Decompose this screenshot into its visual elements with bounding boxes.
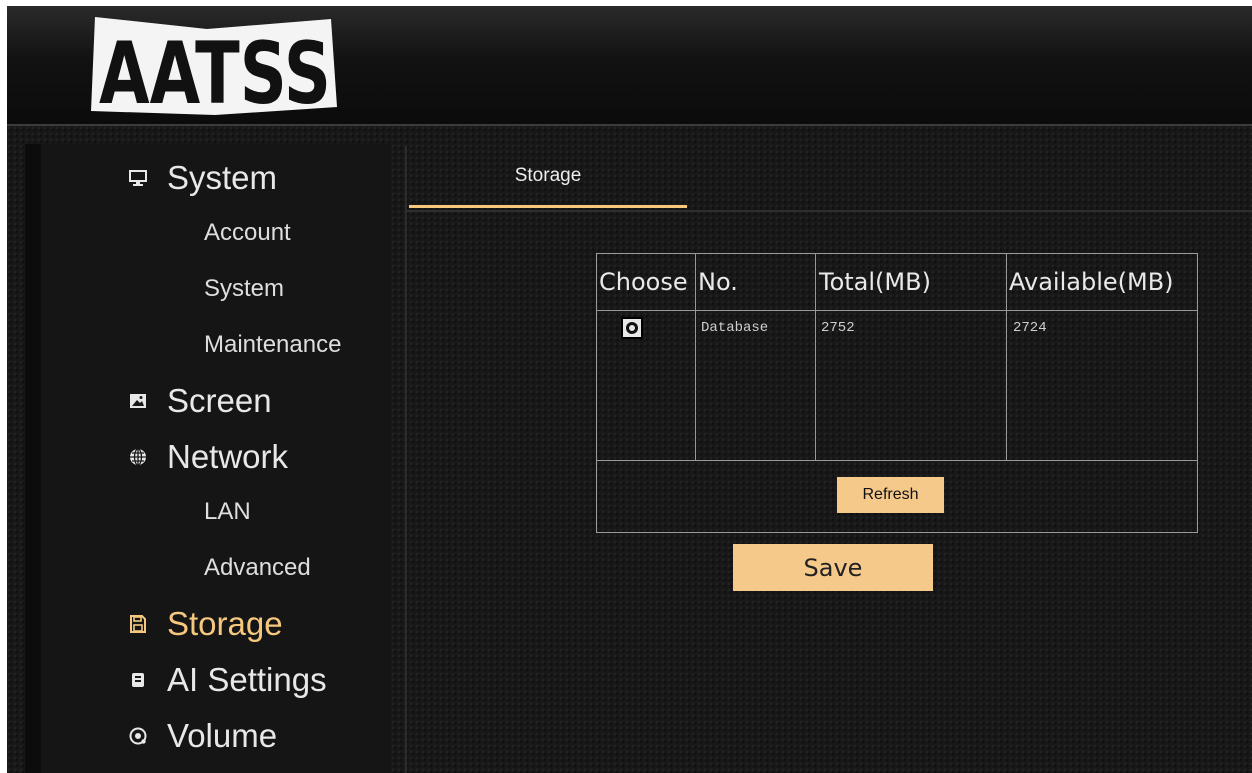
header-divider [597,310,1197,311]
sidebar-item-ai-settings[interactable]: AI Settings [125,658,327,702]
column-header-available: Available(MB) [1009,268,1174,296]
app-window: AATSS System Account System Maintenance … [7,6,1252,773]
image-icon [125,388,151,414]
sidebar-item-label: AI Settings [167,661,327,698]
sidebar-item-label: Advanced [204,554,311,581]
cell-available-mb: 2724 [1013,320,1047,336]
floppy-disk-icon [125,611,151,637]
sidebar-item-maintenance[interactable]: Maintenance [204,328,341,362]
sidebar-item-label: System [204,275,285,302]
chip-icon [125,667,151,693]
sidebar-item-system[interactable]: System [125,156,277,200]
sidebar-item-storage[interactable]: Storage [125,602,283,646]
sidebar-item-network[interactable]: Network [125,435,288,479]
row-divider [597,460,1197,461]
column-divider [815,254,816,460]
sidebar-item-label: System [167,159,278,196]
sidebar-item-screen[interactable]: Screen [125,379,272,423]
refresh-button[interactable]: Refresh [837,477,944,513]
column-divider [1006,254,1007,460]
sidebar-item-label: Storage [167,605,283,642]
sidebar-item-label: Maintenance [204,331,342,358]
storage-select-radio[interactable] [621,317,643,339]
sidebar-item-label: LAN [204,498,251,525]
sidebar-item-label: Volume [167,717,278,754]
logo-text: AATSS [99,24,331,119]
sidebar-item-system-settings[interactable]: System [204,272,284,306]
sidebar-item-label: Screen [167,382,272,419]
sidebar-item-label: Account [204,219,291,246]
column-divider [695,254,696,460]
sidebar: System Account System Maintenance Screen… [25,144,391,773]
sidebar-item-label: Network [167,438,289,475]
sidebar-item-account[interactable]: Account [204,216,291,250]
header-bar: AATSS [7,6,1252,126]
save-button[interactable]: Save [733,544,933,591]
storage-table: Choose No. Total(MB) Available(MB) Datab… [596,253,1198,533]
cell-storage-name: Database [701,320,769,336]
column-header-total: Total(MB) [819,268,931,296]
brand-logo: AATSS [87,11,339,119]
tab-bar: Storage [407,146,1252,212]
monitor-icon [125,165,151,191]
speaker-icon [125,723,151,749]
globe-icon [125,444,151,470]
sidebar-item-advanced[interactable]: Advanced [204,551,311,585]
column-header-no: No. [698,268,738,296]
tab-storage[interactable]: Storage [409,146,687,208]
cell-total-mb: 2752 [821,320,855,336]
sidebar-item-lan[interactable]: LAN [204,495,251,529]
tab-label: Storage [514,164,582,186]
sidebar-item-volume[interactable]: Volume [125,714,277,758]
column-header-choose: Choose [599,268,688,296]
